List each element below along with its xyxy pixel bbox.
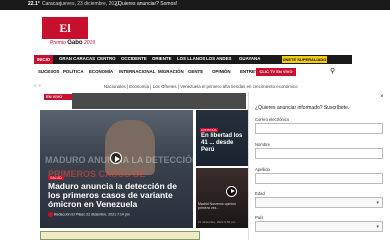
newsletter-popup: × ¿Quieres anunciar informado? Suscríbet… [248, 92, 390, 240]
ad-banner[interactable] [72, 93, 246, 109]
main-story-image[interactable]: MADURO ANUNCIA LA DETECCIÓN PRIMEROS CAS… [40, 110, 193, 228]
weather-temp: 22.1° [28, 1, 40, 7]
first-name-field[interactable] [255, 148, 383, 159]
side-story-2-headline[interactable]: Madrid Norzenio opinion primera vez... [198, 202, 248, 210]
email-field[interactable] [255, 123, 383, 134]
last-name-field[interactable] [255, 173, 383, 184]
nav-item-inicio[interactable]: INICIO [34, 55, 53, 64]
nav-item-gente[interactable]: GENTE [188, 69, 203, 74]
publish-date: 22 diciembre, 2021 7:14 pm [86, 212, 130, 217]
main-story-photo [105, 120, 155, 175]
side-story-2-date: 21 diciembre, 2021 6:52 pm [198, 220, 236, 224]
weather-city: Caracas [42, 1, 61, 7]
top-bar: 22.1° Caracas jueves, 23 diciembre, 2021… [0, 0, 390, 10]
last-name-label: Apellido [255, 167, 270, 172]
bottom-ad-banner[interactable] [40, 231, 200, 240]
section-nav: SUCESOS POLÍTICA ECONOMÍA INTERNACIONAL … [34, 66, 352, 78]
nav-item-los-llanos[interactable]: LOS LLANOS [177, 56, 205, 61]
news-ticker: « » Nacionales | Economía | Los Ofrenes … [34, 83, 352, 92]
author-name[interactable]: Redacción El Pitazo [54, 212, 85, 216]
nav-item-oriente[interactable]: ORIENTE [152, 56, 172, 61]
chevron-down-icon: ▾ [376, 224, 379, 230]
nav-item-occidente[interactable]: OCCIDENTE [121, 56, 147, 61]
close-icon[interactable]: × [380, 94, 384, 100]
nav-item-economia[interactable]: ECONOMÍA [89, 69, 113, 74]
side-story-headline[interactable]: En libertad los 41 ... desde Perú [201, 133, 248, 154]
site-logo[interactable]: El Pitazo [42, 17, 88, 57]
ticker-text[interactable]: Nacionales | Economía | Los Ofrenes | Ve… [104, 84, 298, 89]
nav-item-politica[interactable]: POLÍTICA [63, 69, 84, 74]
search-icon[interactable]: ⚲ [330, 67, 335, 75]
age-select[interactable]: ▾ [255, 197, 383, 208]
nav-item-opinion[interactable]: OPINIÓN [212, 69, 231, 74]
side-story-2-image[interactable] [196, 168, 248, 228]
play-icon[interactable] [110, 152, 122, 164]
live-badge: EN VIVO [44, 94, 72, 100]
email-label: Correo electrónico [255, 117, 290, 122]
popup-title: ¿Quieres anunciar informado? Suscríbete. [255, 105, 350, 111]
side-story-tag[interactable]: CONTINÚA [200, 128, 218, 132]
first-name-label: Nombre [255, 142, 270, 147]
subscribe-button[interactable]: ÚNETE SUPERALIADO [282, 56, 327, 63]
country-select[interactable]: ▾ [255, 221, 383, 232]
nav-item-gran-caracas[interactable]: GRAN CARACAS [59, 56, 95, 61]
live-tv-button[interactable]: CLIC TV EN VIVO [256, 68, 296, 76]
nav-item-internacional[interactable]: INTERNACIONAL [119, 69, 155, 74]
award-prefix: Premio [50, 40, 66, 46]
nav-item-sucesos[interactable]: SUCESOS [38, 69, 59, 74]
byline: Redacción El Pitazo 22 diciembre, 2021 7… [48, 212, 130, 217]
play-icon[interactable] [226, 186, 237, 197]
main-headline[interactable]: Maduro anuncia la detección de los prime… [48, 182, 188, 209]
category-tag[interactable]: SALUD [48, 176, 64, 180]
award-name: Gabo [67, 40, 83, 46]
advertise-link[interactable]: ¿Quieres anunciar? Somos! [115, 1, 177, 7]
nav-item-migracion[interactable]: MIGRACIÓN [158, 69, 184, 74]
nav-item-guayana[interactable]: GUAYANA [239, 56, 260, 61]
age-label: Edad [255, 191, 265, 196]
ticker-arrows-icon[interactable]: « » [34, 83, 41, 89]
current-date: jueves, 23 diciembre, 2021 [60, 1, 120, 7]
chevron-down-icon: ▾ [376, 200, 379, 206]
award-year: 2019 [83, 40, 96, 46]
country-label: País [255, 215, 264, 220]
author-avatar [48, 212, 53, 217]
award-badge: Premio Gabo 2019 [50, 40, 95, 46]
nav-item-centro[interactable]: CENTRO [97, 56, 116, 61]
nav-item-los-andes[interactable]: LOS ANDES [206, 56, 231, 61]
